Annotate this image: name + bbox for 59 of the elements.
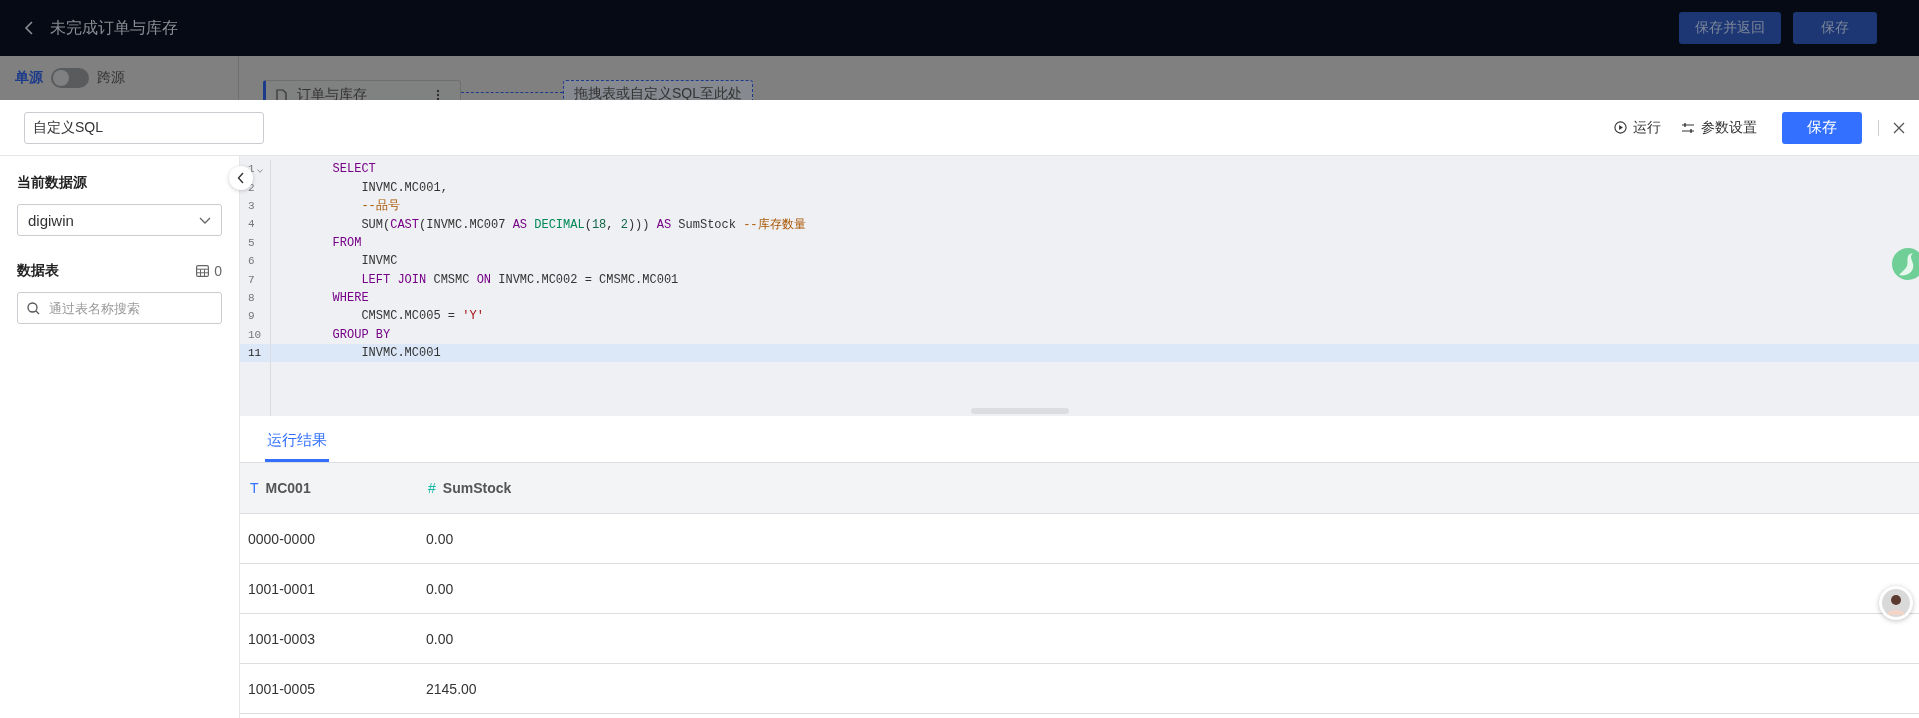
table-cell-text: 1001-0003 (247, 630, 316, 647)
code-line: LEFT JOIN CMSMC ON INVMC.MC002 = CMSMC.MC001 (360, 272, 679, 287)
close-icon[interactable] (1893, 121, 1905, 134)
tables-label: 数据表 (17, 262, 59, 280)
code-line: WHERE (331, 290, 369, 305)
source-label: 当前数据源 (17, 174, 88, 192)
chevron-down-icon (199, 216, 211, 224)
toolbar-link[interactable]: 参数设置 (1701, 118, 1757, 137)
chevron-left-icon (237, 172, 245, 184)
table-cell-text: 0.00 (425, 530, 455, 547)
code-line: FROM (331, 235, 362, 250)
table-cell-text: 2145.00 (425, 680, 478, 697)
single-source-label: 单源 (15, 69, 43, 87)
line-number: 5 (248, 236, 255, 249)
line-number: 9 (248, 310, 255, 323)
code-line: GROUP BY (331, 327, 391, 342)
search-icon (27, 302, 40, 315)
line-number: 10 (248, 328, 262, 341)
code-line: INVMC (360, 254, 398, 269)
table-count: 0 (214, 263, 222, 279)
code-line: --品号 (360, 198, 400, 215)
toolbar-link[interactable]: 运行 (1633, 118, 1661, 137)
back-icon[interactable] (24, 21, 34, 35)
line-number: 11 (248, 347, 262, 360)
table-cell-text: 0.00 (425, 630, 455, 647)
sliders-icon[interactable] (1681, 121, 1695, 134)
table-cell-text: 0.00 (425, 580, 455, 597)
code-line: INVMC.MC001 (360, 346, 441, 361)
code-line: CMSMC.MC005 = 'Y' (360, 309, 484, 324)
column-header[interactable]: MC001 (265, 480, 311, 496)
page-title: 未完成订单与库存 (50, 17, 178, 38)
avatar[interactable] (1879, 586, 1913, 620)
table-cell-text: 1001-0005 (247, 680, 316, 697)
line-number: 3 (248, 199, 255, 212)
save-button[interactable]: 保存 (1782, 111, 1862, 144)
column-header[interactable]: SumStock (442, 480, 512, 496)
table-search-field[interactable]: 通过表名称搜索 (17, 292, 222, 324)
file-icon (276, 88, 287, 100)
code-line: INVMC.MC001, (360, 180, 448, 195)
column-type-icon: # (428, 480, 436, 496)
drop-zone: 拖拽表或自定义SQL至此处 (563, 80, 753, 100)
line-number: 4 (248, 218, 255, 231)
code-line: SUM(CAST(INVMC.MC007 AS DECIMAL(18, 2))) AS SumStock --库存数量 (360, 216, 806, 233)
play-icon[interactable] (1614, 121, 1627, 134)
column-type-icon: T (250, 480, 259, 496)
source-select[interactable]: digiwin (17, 204, 222, 236)
code-line: SELECT (331, 162, 376, 177)
line-number: 8 (248, 291, 255, 304)
cross-source-label: 跨源 (97, 69, 125, 87)
table-cell-text: 0000-0000 (247, 530, 316, 547)
table-icon (196, 265, 210, 277)
line-number: 6 (248, 255, 255, 268)
collapse-button[interactable] (229, 166, 253, 190)
node-label: 订单与库存 (297, 86, 368, 100)
toggle-switch[interactable] (51, 68, 89, 88)
line-number: 7 (248, 273, 255, 286)
table-cell-text: 1001-0001 (247, 580, 316, 597)
more-icon[interactable] (436, 89, 440, 100)
name-field[interactable]: 自定义SQL (24, 111, 264, 144)
